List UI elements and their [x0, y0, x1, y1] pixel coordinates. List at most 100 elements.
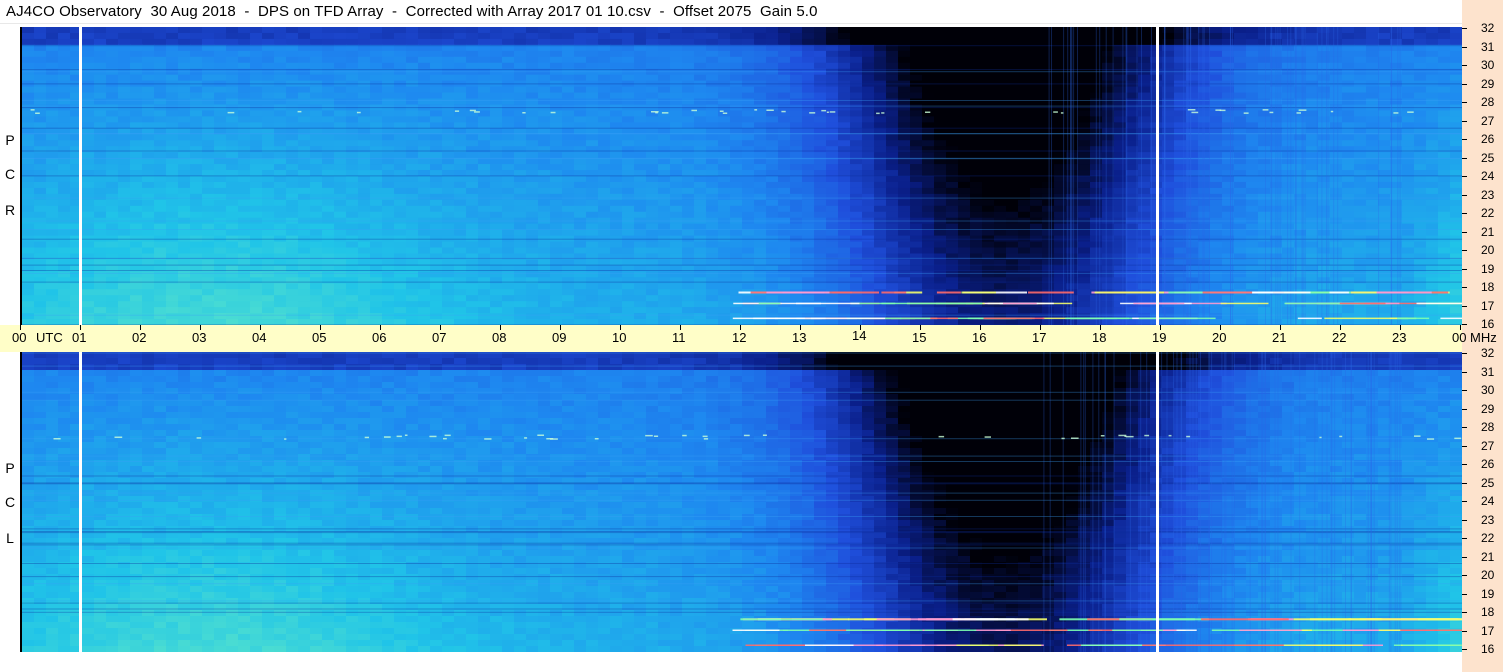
- heatmap-cell: [574, 253, 587, 261]
- heatmap-cell: [1114, 50, 1127, 58]
- heatmap-cell: [982, 199, 995, 207]
- heatmap-cell: [262, 146, 275, 153]
- heatmap-cell: [1210, 211, 1223, 219]
- heatmap-cell: [202, 187, 215, 195]
- heatmap-cell: [874, 27, 887, 34]
- heatmap-cell: [1030, 181, 1043, 189]
- heatmap-cell: [646, 211, 659, 219]
- heatmap-cell: [634, 74, 647, 82]
- heatmap-cell: [154, 110, 167, 117]
- heatmap-cell: [106, 146, 119, 153]
- heatmap-cell: [478, 56, 491, 64]
- heatmap-cell: [1258, 146, 1271, 153]
- heatmap-cell: [526, 152, 539, 159]
- heatmap-cell: [526, 247, 539, 255]
- heatmap-cell: [622, 62, 635, 70]
- heatmap-cell: [58, 56, 71, 64]
- heatmap-cell: [622, 32, 635, 40]
- heatmap-cell: [82, 74, 95, 82]
- heatmap-cell: [226, 110, 239, 117]
- heatmap-cell: [262, 199, 275, 207]
- heatmap-cell: [970, 27, 983, 34]
- heatmap-cell: [334, 134, 347, 141]
- heatmap-cell: [406, 86, 419, 94]
- heatmap-cell: [682, 92, 695, 100]
- heatmap-cell: [310, 140, 323, 147]
- heatmap-cell: [154, 50, 167, 58]
- heatmap-cell: [1438, 116, 1451, 123]
- heatmap-cell: [334, 253, 347, 261]
- heatmap-cell: [634, 152, 647, 159]
- heatmap-cell: [22, 211, 35, 219]
- heatmap-cell: [742, 86, 755, 94]
- heatmap-cell: [838, 56, 851, 64]
- heatmap-cell: [478, 98, 491, 106]
- heatmap-cell: [874, 253, 887, 261]
- heatmap-cell: [478, 134, 491, 141]
- heatmap-cell: [358, 62, 371, 70]
- heatmap-cell: [274, 229, 287, 237]
- heatmap-cell: [178, 181, 191, 189]
- heatmap-cell: [202, 74, 215, 82]
- heatmap-cell: [562, 181, 575, 189]
- heatmap-cell: [1414, 193, 1427, 201]
- heatmap-cell: [1426, 187, 1439, 195]
- heatmap-cell: [658, 98, 671, 106]
- heatmap-cell: [166, 134, 179, 141]
- heatmap-cell: [430, 241, 443, 249]
- heatmap-cell: [142, 92, 155, 100]
- heatmap-cell: [394, 152, 407, 159]
- heatmap-cell: [646, 92, 659, 100]
- heatmap-cell: [202, 247, 215, 255]
- heatmap-cell: [1138, 229, 1151, 237]
- heatmap-cell: [370, 74, 383, 82]
- heatmap-cell: [526, 140, 539, 147]
- heatmap-cell: [994, 110, 1007, 117]
- heatmap-cell: [466, 241, 479, 249]
- heatmap-cell: [226, 86, 239, 94]
- heatmap-cell: [478, 181, 491, 189]
- heatmap-cell: [1078, 253, 1091, 261]
- heatmap-cell: [34, 32, 47, 40]
- heatmap-cell: [982, 152, 995, 159]
- heatmap-cell: [526, 27, 539, 34]
- heatmap-cell: [190, 271, 203, 278]
- lcp-letter-p: P: [5, 460, 15, 476]
- heatmap-cell: [1438, 110, 1451, 117]
- heatmap-cell: [1450, 98, 1462, 106]
- heatmap-cell: [1030, 205, 1043, 213]
- heatmap-cell: [298, 74, 311, 82]
- heatmap-cell: [862, 140, 875, 147]
- heatmap-cell: [958, 32, 971, 40]
- heatmap-cell: [970, 253, 983, 261]
- heatmap-cell: [622, 193, 635, 201]
- heatmap-cell: [190, 176, 203, 183]
- heatmap-cell: [1282, 134, 1295, 141]
- heatmap-cell: [382, 56, 395, 64]
- heatmap-cell: [454, 164, 467, 171]
- heatmap-cell: [898, 74, 911, 82]
- heatmap-cell: [58, 86, 71, 94]
- heatmap-cell: [814, 134, 827, 141]
- heatmap-cell: [274, 86, 287, 94]
- heatmap-cell: [202, 241, 215, 249]
- heatmap-cell: [1366, 38, 1379, 46]
- heatmap-cell: [190, 241, 203, 249]
- heatmap-cell: [466, 164, 479, 171]
- heatmap-cell: [442, 181, 455, 189]
- heatmap-cell: [1330, 247, 1343, 255]
- heatmap-cell: [178, 253, 191, 261]
- heatmap-cell: [1114, 32, 1127, 40]
- heatmap-cell: [1318, 241, 1331, 249]
- heatmap-cell: [130, 271, 143, 278]
- heatmap-cell: [1234, 211, 1247, 219]
- heatmap-cell: [1258, 116, 1271, 123]
- heatmap-cell: [22, 152, 35, 159]
- heatmap-cell: [298, 211, 311, 219]
- heatmap-cell: [862, 247, 875, 255]
- heatmap-cell: [1330, 134, 1343, 141]
- heatmap-cell: [238, 229, 251, 237]
- heatmap-cell: [622, 86, 635, 94]
- heatmap-cell: [1138, 86, 1151, 94]
- heatmap-cell: [250, 199, 263, 207]
